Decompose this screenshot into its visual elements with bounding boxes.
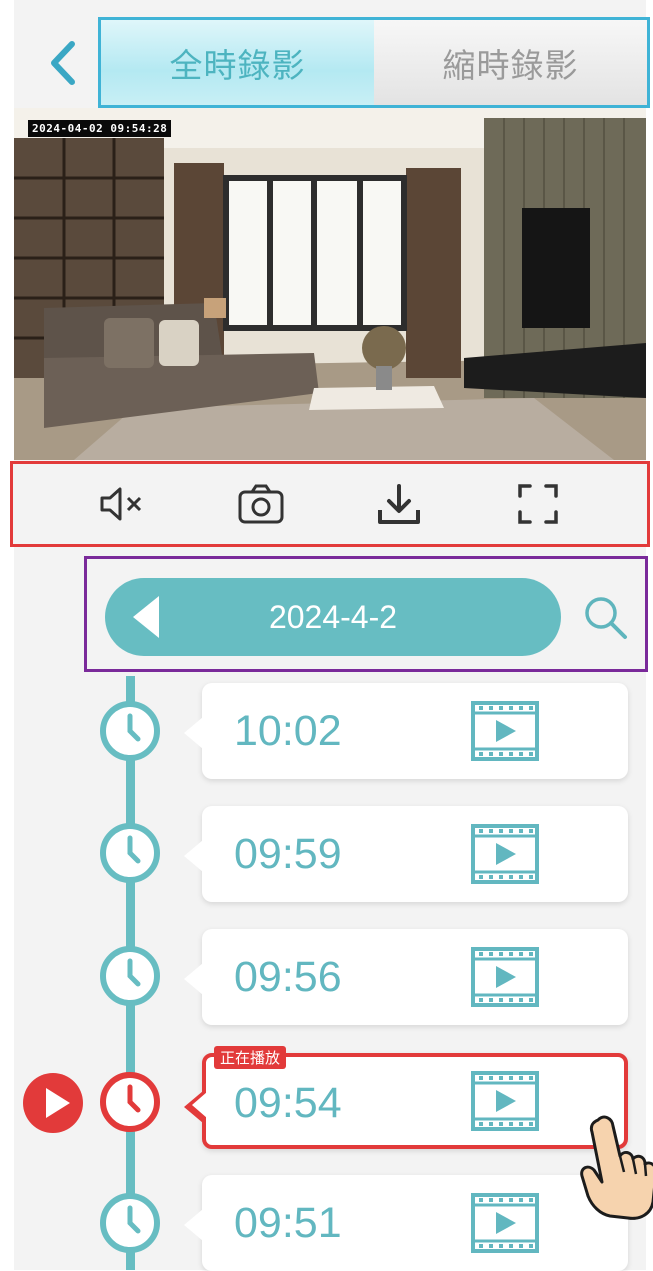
card-pointer — [184, 717, 203, 749]
camera-video[interactable]: 2024-04-02 09:54:28 — [14, 108, 646, 460]
download-icon — [378, 484, 421, 524]
recording-time: 09:59 — [234, 830, 342, 878]
video-timestamp: 2024-04-02 09:54:28 — [28, 120, 172, 137]
clock-icon — [100, 1193, 160, 1253]
fullscreen-button[interactable] — [510, 476, 566, 532]
mute-button[interactable] — [94, 476, 150, 532]
now-playing-icon — [23, 1073, 83, 1133]
card-pointer — [184, 1209, 203, 1241]
clock-icon — [100, 1072, 160, 1132]
play-video-icon[interactable] — [470, 823, 540, 885]
recording-time: 09:56 — [234, 953, 342, 1001]
clock-icon — [100, 946, 160, 1006]
camera-icon — [238, 484, 284, 524]
recording-mode-tabs: 全時錄影 縮時錄影 — [98, 17, 650, 108]
card-pointer — [184, 963, 203, 995]
recording-time: 09:54 — [234, 1079, 342, 1127]
date-pill[interactable]: 2024-4-2 — [105, 578, 561, 656]
card-pointer — [184, 840, 203, 872]
recording-item[interactable]: 10:02 — [184, 683, 628, 779]
video-toolbar — [10, 461, 650, 547]
play-video-icon[interactable] — [470, 946, 540, 1008]
search-icon[interactable] — [581, 593, 629, 641]
recording-item[interactable]: 09:59 — [184, 806, 628, 902]
play-video-icon[interactable] — [470, 700, 540, 762]
play-video-icon[interactable] — [470, 1070, 540, 1132]
snapshot-button[interactable] — [233, 476, 289, 532]
back-button[interactable] — [40, 38, 86, 88]
clock-icon — [100, 701, 160, 761]
pointing-hand-icon — [580, 1115, 653, 1220]
card-pointer-inner — [192, 1092, 207, 1118]
clock-icon — [100, 823, 160, 883]
fullscreen-icon — [518, 484, 558, 524]
now-playing-badge: 正在播放 — [214, 1046, 287, 1069]
recording-time: 10:02 — [234, 707, 342, 755]
living-room-image — [14, 108, 646, 460]
recording-item[interactable]: 09:51 — [184, 1175, 628, 1271]
mute-icon — [100, 487, 142, 521]
download-button[interactable] — [371, 476, 427, 532]
tab-continuous-recording[interactable]: 全時錄影 — [101, 20, 374, 105]
selected-date: 2024-4-2 — [268, 599, 398, 635]
chevron-left-icon — [51, 41, 75, 85]
tab-timelapse-recording[interactable]: 縮時錄影 — [374, 20, 647, 105]
recording-item[interactable]: 09:56 — [184, 929, 628, 1025]
play-video-icon[interactable] — [470, 1192, 540, 1254]
date-selector: 2024-4-2 — [84, 556, 648, 672]
recording-time: 09:51 — [234, 1199, 342, 1247]
